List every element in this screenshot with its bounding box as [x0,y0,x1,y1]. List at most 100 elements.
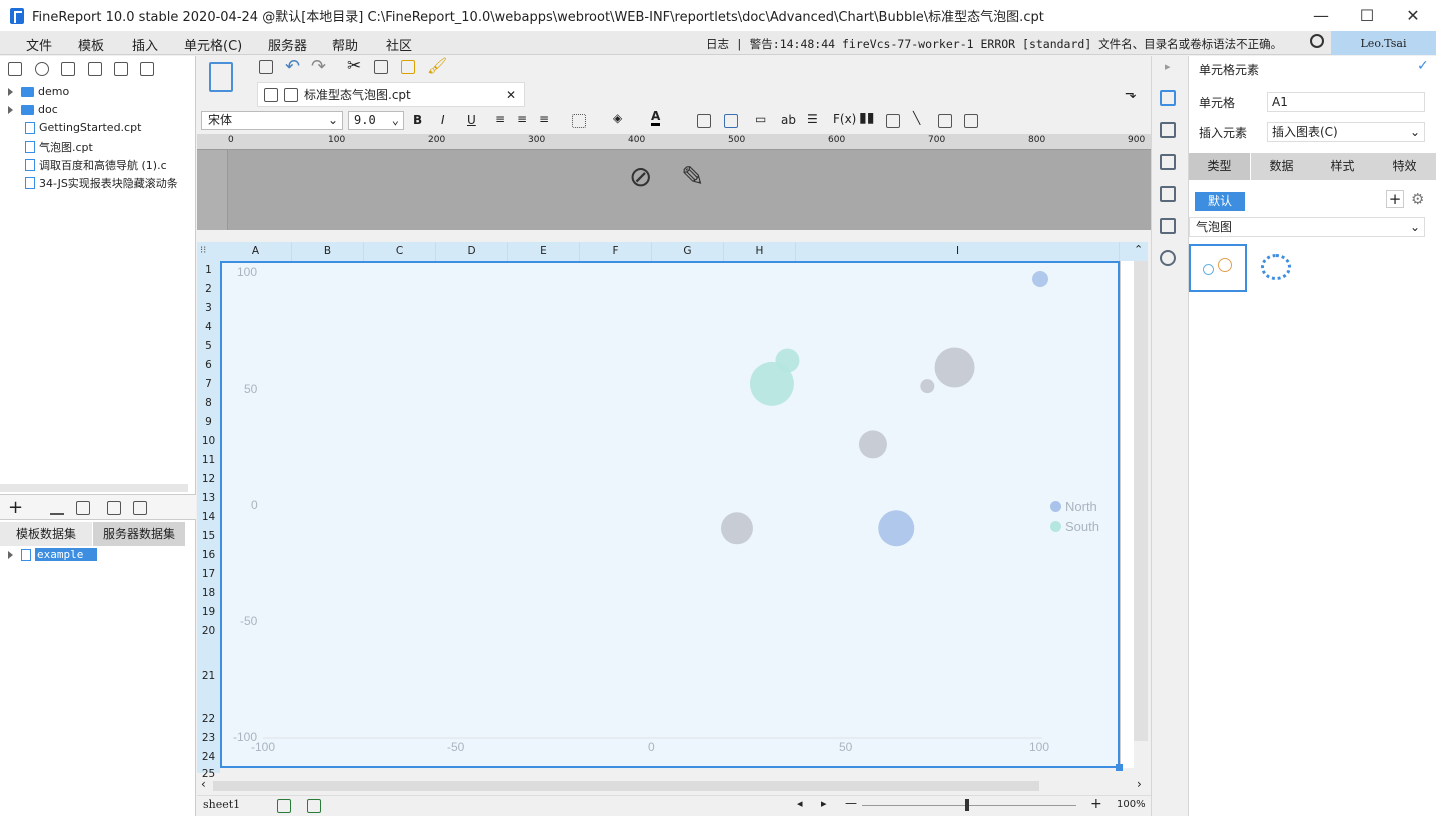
tab-server-dataset[interactable]: 服务器数据集 [93,522,185,546]
row-header[interactable]: 5 [197,340,220,352]
merge-icon[interactable] [697,114,711,128]
slash-icon[interactable]: ╲ [913,111,920,125]
close-button[interactable]: ✕ [1390,0,1436,31]
query-icon[interactable] [133,501,147,515]
font-size-select[interactable]: 9.0 ⌄ [348,111,404,130]
sheet-tab[interactable]: sheet1 [203,798,240,811]
column-header-g[interactable]: G [652,242,724,261]
copy-icon[interactable] [374,60,388,74]
scroll-right-icon[interactable]: › [1137,777,1142,791]
scroll-thumb[interactable] [213,781,1039,791]
chart-type-select[interactable]: 气泡图 ⌄ [1189,217,1425,237]
scroll-up-icon[interactable]: ⌃ [1134,243,1143,256]
gear-icon[interactable]: ⚙ [1411,190,1424,208]
log-message[interactable]: 日志 | 警告:14:48:44 fireVcs-77-worker-1 ERR… [706,36,1282,52]
cut-icon[interactable]: ✂ [347,56,361,76]
close-tab-icon[interactable]: ✕ [506,88,516,102]
chevron-down-icon[interactable]: ⌄ [1410,123,1420,141]
row-header[interactable]: 13 [197,492,220,504]
row-header[interactable]: 23 [197,732,220,744]
bold-icon[interactable]: B [413,113,422,127]
font-color-icon[interactable]: A [651,109,661,126]
horizontal-scrollbar[interactable]: ‹ › [197,777,1148,793]
zoom-slider-thumb[interactable] [965,799,969,811]
row-header[interactable]: 18 [197,587,220,599]
table-icon[interactable] [724,114,738,128]
zoom-slider[interactable] [862,805,1076,806]
widget-icon[interactable] [1160,154,1176,170]
tab-type[interactable]: 类型 [1189,153,1250,180]
tab-effect[interactable]: 特效 [1373,153,1436,180]
cell-attribute-icon[interactable] [1160,122,1176,138]
row-header[interactable]: 11 [197,454,220,466]
chart-area[interactable]: 100 50 0 -50 -100 -100 -50 0 50 100 Nort… [220,261,1120,768]
edit-icon[interactable]: ✎ [681,160,704,193]
template-icon[interactable] [209,62,233,92]
row-header[interactable]: 2 [197,283,220,295]
column-header-d[interactable]: D [436,242,508,261]
row-header[interactable]: 3 [197,302,220,314]
bubble-chart-thumb[interactable] [1189,244,1247,292]
maximize-button[interactable]: ☐ [1344,0,1390,31]
zoom-out-icon[interactable]: — [845,796,857,810]
font-name-select[interactable]: 宋体 ⌄ [201,111,343,130]
undo-icon[interactable]: ↶ [285,56,300,77]
dropdown-icon[interactable] [1160,186,1176,202]
expand-icon[interactable] [8,550,13,559]
text-icon[interactable]: ▭ [755,112,766,126]
column-header-b[interactable]: B [292,242,364,261]
row-header[interactable]: 7 [197,378,220,390]
tree-item-file[interactable]: 34-JS实现报表块隐藏滚动条 [25,175,187,191]
prev-sheet-icon[interactable]: ◂ [797,797,803,810]
new-folder-icon[interactable] [8,62,22,76]
row-header[interactable]: 20 [197,625,220,637]
menu-community[interactable]: 社区 [386,35,412,54]
search-icon[interactable] [1310,34,1324,48]
tree-item-file[interactable]: GettingStarted.cpt [25,121,141,134]
align-left-icon[interactable]: ≡ [495,112,505,126]
insert-select[interactable]: 插入图表(C) ⌄ [1267,122,1425,142]
legend-south[interactable]: South [1050,519,1099,534]
expand-icon[interactable] [8,87,13,96]
border-icon[interactable] [572,114,586,128]
dataset-item[interactable]: example [8,548,98,561]
menu-server[interactable]: 服务器 [268,35,307,54]
tree-item-doc[interactable]: doc [8,103,58,116]
default-button[interactable]: 默认 [1195,192,1245,211]
column-header-i[interactable]: I [796,242,1120,261]
italic-icon[interactable]: I [441,113,445,127]
menu-template[interactable]: 模板 [78,35,104,54]
add-icon[interactable]: + [1386,190,1404,208]
copy-icon[interactable] [140,62,154,76]
chevron-down-icon[interactable]: ⌄ [328,112,338,129]
edit-chart-icon[interactable]: ✓ [1417,58,1429,74]
hide-icon[interactable]: ⊘ [629,160,652,193]
edit-icon[interactable] [50,501,64,515]
menu-help[interactable]: 帮助 [332,35,358,54]
formula-icon[interactable]: F(x) [833,112,856,126]
fill-color-icon[interactable]: ◈ [613,111,622,125]
row-header[interactable]: 12 [197,473,220,485]
align-right-icon[interactable]: ≡ [539,112,549,126]
zoom-in-icon[interactable]: + [1090,796,1102,812]
format-painter-icon[interactable]: 🖌 [427,56,447,75]
condition-icon[interactable] [1160,218,1176,234]
force-bubble-thumb[interactable] [1249,244,1304,292]
save-icon[interactable] [259,60,273,74]
cell-border-icon[interactable] [964,114,978,128]
row-header[interactable]: 9 [197,416,220,428]
row-header[interactable]: 19 [197,606,220,618]
refresh-icon[interactable] [35,62,49,76]
doc-tab[interactable]: 标准型态气泡图.cpt ✕ [257,82,525,107]
preview-icon[interactable] [107,501,121,515]
row-header[interactable]: 6 [197,359,220,371]
chevron-down-icon[interactable]: ⌄ [392,112,399,129]
select-all-icon[interactable]: ⁝⁝ [200,245,206,256]
settings-icon[interactable] [88,62,102,76]
tree-item-file[interactable]: 气泡图.cpt [25,139,93,155]
add-icon[interactable]: + [8,497,23,518]
scroll-left-icon[interactable]: ‹ [201,777,206,791]
redo-icon[interactable]: ↷ [311,56,326,77]
add-report-icon[interactable] [307,799,321,813]
column-header-c[interactable]: C [364,242,436,261]
